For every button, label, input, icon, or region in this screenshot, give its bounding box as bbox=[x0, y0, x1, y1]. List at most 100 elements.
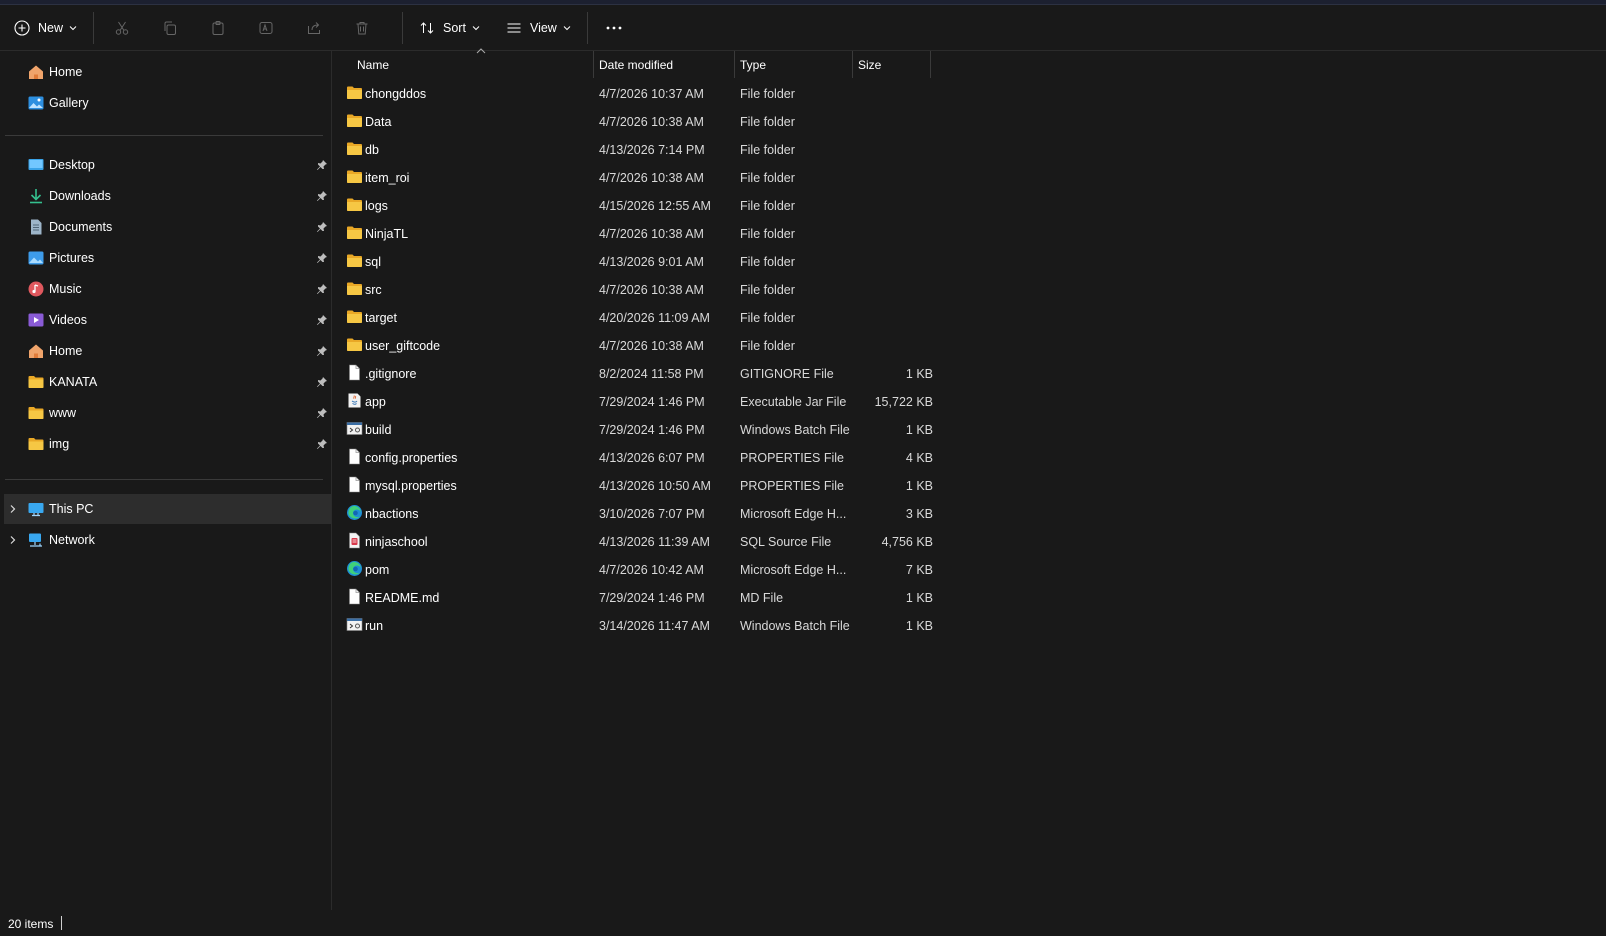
folder-icon bbox=[346, 140, 363, 157]
sidebar-item-home-pinned[interactable]: Home bbox=[4, 336, 331, 366]
file-row[interactable]: target 4/20/2026 11:09 AM File folder bbox=[343, 303, 943, 331]
sidebar-divider bbox=[5, 135, 323, 136]
file-type: File folder bbox=[740, 115, 795, 129]
sidebar-item-desktop[interactable]: Desktop bbox=[4, 150, 331, 180]
sort-button[interactable]: Sort bbox=[413, 12, 486, 44]
column-header-name[interactable]: Name bbox=[333, 51, 593, 78]
sidebar-item-downloads[interactable]: Downloads bbox=[4, 181, 331, 211]
file-row[interactable]: README.md 7/29/2024 1:46 PM MD File 1 KB bbox=[343, 583, 943, 611]
file-row[interactable]: .gitignore 8/2/2024 11:58 PM GITIGNORE Fil… bbox=[343, 359, 943, 387]
new-button[interactable]: New bbox=[8, 12, 83, 44]
file-name: Data bbox=[365, 115, 392, 129]
file-name: user_giftcode bbox=[365, 339, 441, 353]
file-type: GITIGNORE File bbox=[740, 367, 834, 381]
vertical-scrollbar[interactable] bbox=[1596, 51, 1606, 910]
file-row[interactable]: sql 4/13/2026 9:01 AM File folder bbox=[343, 247, 943, 275]
pin-icon[interactable] bbox=[316, 345, 328, 357]
paste-button[interactable] bbox=[200, 12, 236, 44]
pin-icon[interactable] bbox=[316, 438, 328, 450]
sidebar-item-label: KANATA bbox=[49, 375, 98, 389]
share-icon bbox=[308, 21, 321, 34]
file-size: 15,722 KB bbox=[874, 395, 933, 409]
sort-icon bbox=[420, 21, 434, 34]
file-row[interactable]: app 7/29/2024 1:46 PM Executable Jar File 1… bbox=[343, 387, 943, 415]
chevron-right-icon[interactable] bbox=[8, 535, 18, 545]
column-resize-handle[interactable] bbox=[930, 51, 931, 78]
file-row[interactable]: logs 4/15/2026 12:55 AM File folder bbox=[343, 191, 943, 219]
share-button[interactable] bbox=[296, 12, 332, 44]
view-label: View bbox=[529, 20, 557, 35]
column-header-label: Date modified bbox=[599, 58, 674, 72]
sidebar-item-network[interactable]: Network bbox=[4, 525, 331, 555]
pin-icon[interactable] bbox=[316, 376, 328, 388]
toolbar-separator bbox=[93, 11, 95, 44]
downloads-icon bbox=[30, 189, 42, 204]
jar-icon bbox=[346, 392, 363, 409]
desktop-icon bbox=[28, 159, 44, 170]
file-type: File folder bbox=[740, 87, 795, 101]
file-row[interactable]: NinjaTL 4/7/2026 10:38 AM File folder bbox=[343, 219, 943, 247]
view-icon bbox=[507, 22, 521, 33]
home-icon bbox=[29, 65, 43, 79]
file-row[interactable]: nbactions 3/10/2026 7:07 PM Microsoft Edge… bbox=[343, 499, 943, 527]
file-date-modified: 4/7/2026 10:38 AM bbox=[599, 171, 704, 185]
file-row[interactable]: ninjaschool 4/13/2026 11:39 AM SQL Source … bbox=[343, 527, 943, 555]
file-row[interactable]: config.properties 4/13/2026 6:07 PM PROPER… bbox=[343, 443, 943, 471]
file-row[interactable]: chongddos 4/7/2026 10:37 AM File folder bbox=[343, 79, 943, 107]
file-row[interactable]: Data 4/7/2026 10:38 AM File folder bbox=[343, 107, 943, 135]
file-row[interactable]: user_giftcode 4/7/2026 10:38 AM File folde… bbox=[343, 331, 943, 359]
file-row[interactable]: src 4/7/2026 10:38 AM File folder bbox=[343, 275, 943, 303]
file-row[interactable]: run 3/14/2026 11:47 AM Windows Batch File 1… bbox=[343, 611, 943, 639]
file-type: PROPERTIES File bbox=[740, 479, 844, 493]
sidebar-item-videos[interactable]: Videos bbox=[4, 305, 331, 335]
chevron-right-icon[interactable] bbox=[8, 504, 18, 514]
sidebar-item-home[interactable]: Home bbox=[4, 57, 331, 87]
file-type: File folder bbox=[740, 311, 795, 325]
sidebar-item-music[interactable]: Music bbox=[4, 274, 331, 304]
rename-button[interactable] bbox=[248, 12, 284, 44]
pin-icon[interactable] bbox=[316, 190, 328, 202]
file-icon bbox=[346, 588, 363, 605]
sidebar-item-gallery[interactable]: Gallery bbox=[4, 88, 331, 118]
status-bar: 20 items bbox=[0, 910, 1606, 936]
column-header-size[interactable]: Size bbox=[853, 51, 930, 78]
file-row[interactable]: item_roi 4/7/2026 10:38 AM File folder bbox=[343, 163, 943, 191]
sidebar-item-kanata[interactable]: KANATA bbox=[4, 367, 331, 397]
sidebar-item-pictures[interactable]: Pictures bbox=[4, 243, 331, 273]
copy-button[interactable] bbox=[152, 12, 188, 44]
file-size: 3 KB bbox=[905, 507, 933, 521]
pin-icon[interactable] bbox=[316, 283, 328, 295]
file-name: db bbox=[365, 143, 379, 157]
pin-icon[interactable] bbox=[316, 252, 328, 264]
sidebar-item-www[interactable]: www bbox=[4, 398, 331, 428]
pin-icon[interactable] bbox=[316, 407, 328, 419]
file-row[interactable]: db 4/13/2026 7:14 PM File folder bbox=[343, 135, 943, 163]
file-row[interactable]: build 7/29/2024 1:46 PM Windows Batch File… bbox=[343, 415, 943, 443]
file-type: File folder bbox=[740, 227, 795, 241]
edge-icon bbox=[346, 560, 363, 577]
pin-icon[interactable] bbox=[316, 314, 328, 326]
file-type: File folder bbox=[740, 339, 795, 353]
file-row[interactable]: mysql.properties 4/13/2026 10:50 AM PROPER… bbox=[343, 471, 943, 499]
column-header-type[interactable]: Type bbox=[735, 51, 852, 78]
file-date-modified: 4/13/2026 11:39 AM bbox=[599, 535, 710, 549]
sidebar-item-documents[interactable]: Documents bbox=[4, 212, 331, 242]
item-count: 20 items bbox=[8, 917, 54, 931]
file-name: build bbox=[365, 423, 392, 437]
more-options-button[interactable] bbox=[598, 12, 630, 44]
file-row[interactable]: pom 4/7/2026 10:42 AM Microsoft Edge H... 7… bbox=[343, 555, 943, 583]
column-header-date[interactable]: Date modified bbox=[594, 51, 734, 78]
delete-button[interactable] bbox=[344, 12, 380, 44]
sidebar-item-this-pc[interactable]: This PC bbox=[4, 494, 331, 524]
pin-icon[interactable] bbox=[316, 221, 328, 233]
folder-icon bbox=[346, 280, 363, 297]
view-button[interactable]: View bbox=[500, 12, 577, 44]
folder-icon bbox=[346, 112, 363, 129]
sidebar-item-label: Pictures bbox=[49, 251, 95, 265]
pictures-icon bbox=[28, 251, 44, 265]
more-icon bbox=[606, 26, 622, 29]
cut-button[interactable] bbox=[104, 12, 140, 44]
sidebar-item-img[interactable]: img bbox=[4, 429, 331, 459]
pin-icon[interactable] bbox=[316, 159, 328, 171]
file-size: 1 KB bbox=[905, 367, 933, 381]
